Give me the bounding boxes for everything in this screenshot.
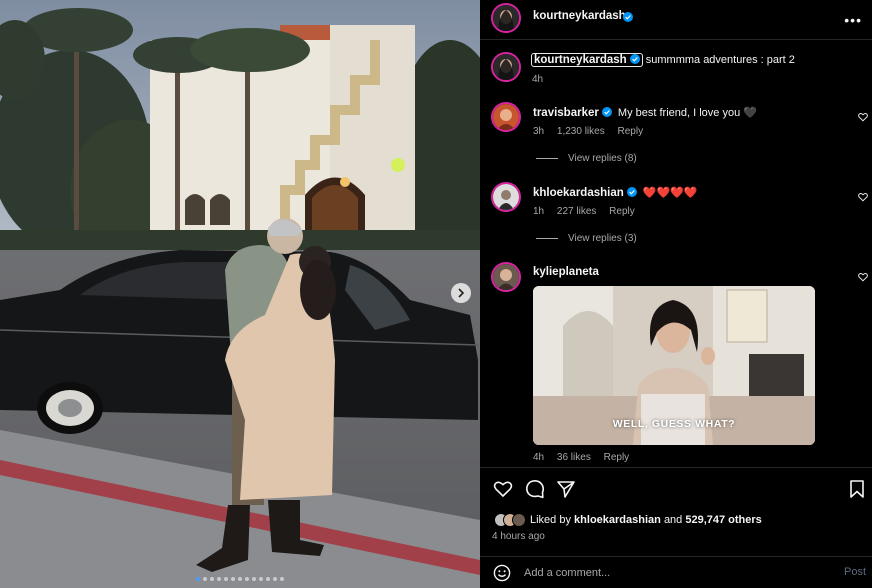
liked-by-and: and	[663, 514, 683, 526]
caption-author-avatar[interactable]	[491, 52, 521, 82]
liked-by-prefix: Liked by	[530, 514, 571, 526]
like-comment-heart-icon[interactable]	[858, 112, 868, 122]
next-slide-button[interactable]	[451, 283, 471, 303]
post-header: kourtneykardash •••	[480, 0, 872, 40]
comment-time: 1h	[533, 206, 545, 217]
carousel-dot	[196, 577, 200, 581]
caption-time: 4h	[532, 74, 544, 85]
comment-time: 4h	[533, 452, 545, 463]
carousel-dot	[259, 577, 263, 581]
share-paper-plane-icon[interactable]	[556, 479, 576, 499]
carousel-dot	[280, 577, 284, 581]
carousel-dot	[224, 577, 228, 581]
commenter-avatar[interactable]	[491, 182, 521, 212]
commenter-username[interactable]: travisbarker	[533, 107, 599, 119]
commenter-avatar[interactable]	[491, 102, 521, 132]
carousel-indicator	[0, 577, 480, 581]
carousel-dot	[273, 577, 277, 581]
liked-by-count[interactable]: 529,747 others	[685, 514, 761, 526]
comment-text: My best friend, I love you 🖤	[617, 107, 757, 119]
comment-likes[interactable]: 227 likes	[557, 206, 596, 217]
post-comment-button[interactable]: Post	[844, 566, 866, 578]
comment-time: 3h	[533, 126, 545, 137]
more-options-icon[interactable]: •••	[844, 12, 862, 28]
carousel-dot	[238, 577, 242, 581]
post-time-ago: 4 hours ago	[492, 531, 545, 542]
gif-caption: WELL, GUESS WHAT?	[612, 418, 736, 430]
commenter-avatar[interactable]	[491, 262, 521, 292]
comment-text: ❤️❤️❤️❤️	[642, 187, 698, 199]
post-actions-section: Liked by khloekardashian and 529,747 oth…	[480, 467, 872, 587]
comment-input[interactable]	[524, 565, 824, 581]
liker-avatar	[512, 513, 526, 527]
reply-button[interactable]: Reply	[609, 206, 635, 217]
view-replies-label: View replies (3)	[568, 233, 637, 244]
commenter-username[interactable]: kylieplaneta	[533, 266, 599, 278]
caption-text: summmma adventures : part 2	[645, 54, 795, 66]
view-replies-label: View replies (8)	[568, 153, 637, 164]
comment-composer: Post	[480, 556, 872, 588]
comment-likes[interactable]: 1,230 likes	[557, 126, 605, 137]
reply-button[interactable]: Reply	[604, 452, 630, 463]
comment-gif[interactable]: WELL, GUESS WHAT?	[533, 286, 815, 445]
emoji-icon[interactable]	[493, 564, 511, 582]
comment-item: khloekardashian ❤️❤️❤️❤️ 1h 227 likes Re…	[480, 182, 872, 252]
reply-button[interactable]: Reply	[618, 126, 644, 137]
view-replies-button[interactable]: View replies (8)	[536, 153, 637, 164]
like-heart-icon[interactable]	[493, 479, 513, 499]
carousel-dot	[231, 577, 235, 581]
author-avatar[interactable]	[491, 3, 521, 33]
comment-likes[interactable]: 36 likes	[557, 452, 591, 463]
comment-bubble-icon[interactable]	[525, 479, 545, 499]
save-bookmark-icon[interactable]	[848, 479, 866, 499]
caption-row: kourtneykardash summmma adventures : par…	[480, 50, 872, 90]
verified-badge-icon	[629, 54, 640, 64]
verified-badge-icon	[601, 107, 612, 117]
view-replies-button[interactable]: View replies (3)	[536, 233, 637, 244]
chevron-right-icon	[458, 288, 465, 298]
post-photo[interactable]	[0, 0, 480, 588]
carousel-dot	[203, 577, 207, 581]
carousel-dot	[217, 577, 221, 581]
carousel-dot	[210, 577, 214, 581]
like-comment-heart-icon[interactable]	[858, 272, 868, 282]
carousel-dot	[252, 577, 256, 581]
comment-item: travisbarker My best friend, I love you …	[480, 102, 872, 172]
liked-by-summary[interactable]: Liked by khloekardashian and 529,747 oth…	[494, 513, 762, 527]
verified-badge-icon	[623, 12, 633, 22]
caption-author-username[interactable]: kourtneykardash	[534, 54, 627, 66]
commenter-username[interactable]: khloekardashian	[533, 187, 624, 199]
photo-scene	[0, 0, 480, 588]
like-comment-heart-icon[interactable]	[858, 192, 868, 202]
post-panel: kourtneykardash ••• kourtneykardash summ…	[480, 0, 872, 588]
liked-by-user[interactable]: khloekardashian	[574, 514, 661, 526]
carousel-dot	[266, 577, 270, 581]
verified-badge-icon	[626, 187, 637, 197]
author-username[interactable]: kourtneykardash	[533, 10, 626, 22]
carousel-dot	[245, 577, 249, 581]
